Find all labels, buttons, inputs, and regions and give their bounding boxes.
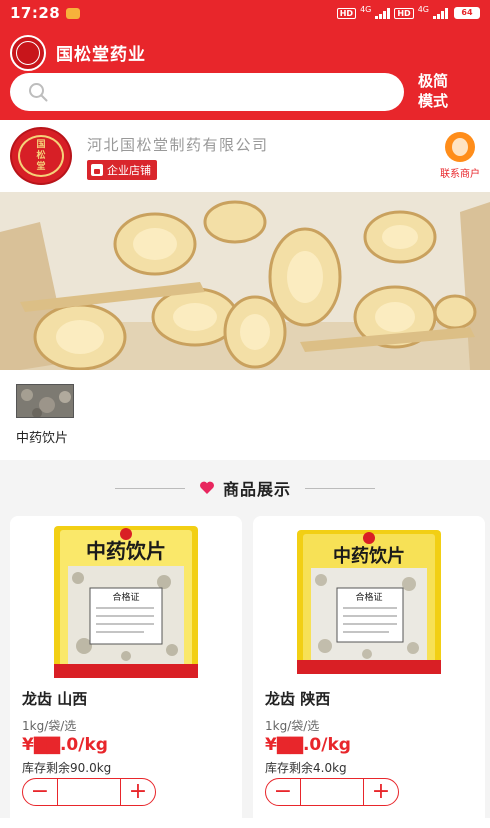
category-thumbnail: [16, 384, 74, 418]
divider: [114, 487, 185, 489]
quantity-stepper: − +: [22, 778, 156, 806]
divider: [305, 487, 375, 489]
badge-label: 企业店铺: [107, 164, 151, 177]
package-title: 中药饮片: [86, 539, 166, 563]
banner-image[interactable]: [0, 192, 490, 370]
hd-badge: HD: [336, 7, 357, 19]
product-spec: 1kg/袋/选: [265, 719, 320, 733]
contact-merchant-button[interactable]: 联系商户: [432, 132, 488, 180]
store-name: 河北国松堂制药有限公司: [87, 136, 269, 154]
heart-icon: [200, 481, 214, 494]
product-price: ¥▇▇.0/kg: [265, 735, 351, 755]
product-name[interactable]: 龙齿 陕西: [265, 688, 330, 709]
product-stock: 库存剩余90.0kg: [22, 761, 112, 775]
network-label: 4G: [417, 5, 429, 14]
store-info[interactable]: 国 松 堂 河北国松堂制药有限公司 企业店铺 联系商户: [0, 120, 490, 192]
logo-char: 松: [36, 150, 46, 161]
decrement-button[interactable]: −: [266, 779, 300, 805]
status-bar: 17:28 HD 4G HD 4G 64: [0, 0, 490, 26]
signal-icon: [433, 7, 448, 19]
enterprise-store-badge: 企业店铺: [87, 160, 157, 180]
network-label: 4G: [360, 5, 372, 14]
decrement-button[interactable]: −: [23, 779, 57, 805]
store-logo: 国 松 堂: [10, 127, 72, 185]
increment-button[interactable]: +: [364, 779, 398, 805]
logo-char: 堂: [36, 161, 46, 172]
simple-mode-label: 极简 模式: [418, 72, 449, 110]
app-header: 国松堂药业 极简 模式: [0, 26, 490, 120]
increment-button[interactable]: +: [121, 779, 155, 805]
package-cert: 合格证: [112, 591, 139, 603]
logo-char: 国: [36, 139, 46, 150]
section-heading: 商品展示: [0, 470, 490, 506]
customer-service-icon: [445, 132, 475, 162]
product-name[interactable]: 龙齿 山西: [22, 688, 87, 709]
brand-logo[interactable]: [10, 35, 46, 71]
search-input[interactable]: [10, 73, 404, 111]
simple-mode-toggle[interactable]: 极简 模式: [418, 71, 478, 111]
signal-icon: [375, 7, 391, 19]
search-icon: [29, 83, 48, 102]
status-indicators: HD 4G HD 4G 64: [336, 5, 480, 20]
product-stock: 库存剩余4.0kg: [265, 761, 347, 775]
hd-badge: HD: [394, 7, 414, 19]
category-bar: 中药饮片: [0, 370, 490, 460]
herb-slices-illustration: [0, 192, 490, 370]
shop-icon: [91, 164, 103, 176]
product-image: 中药饮片 合格证: [297, 526, 441, 678]
product-card[interactable]: 中药饮片 合格证 龙齿 山西 1kg/袋/选 ¥▇▇.0/kg 库存剩余90.0…: [10, 516, 242, 828]
quantity-stepper: − +: [265, 778, 399, 806]
section-title: 商品展示: [222, 480, 291, 499]
product-image: 中药饮片 合格证: [54, 526, 198, 678]
quantity-input[interactable]: [57, 779, 121, 805]
contact-label: 联系商户: [440, 169, 480, 180]
category-label: 中药饮片: [16, 431, 69, 446]
bottom-nav[interactable]: [0, 818, 490, 828]
product-price: ¥▇▇.0/kg: [22, 735, 108, 755]
package-cert: 合格证: [355, 591, 382, 603]
quantity-input[interactable]: [300, 779, 364, 805]
package-title: 中药饮片: [333, 545, 405, 567]
category-item-herbal-slices[interactable]: 中药饮片: [16, 384, 80, 446]
product-spec: 1kg/袋/选: [22, 719, 77, 733]
status-time: 17:28: [10, 4, 61, 22]
notification-icon: [66, 7, 81, 19]
page-title: 国松堂药业: [56, 45, 146, 65]
battery-icon: 64: [454, 7, 480, 19]
product-card[interactable]: 中药饮片 合格证 龙齿 陕西 1kg/袋/选 ¥▇▇.0/kg 库存剩余4.0k…: [253, 516, 485, 828]
